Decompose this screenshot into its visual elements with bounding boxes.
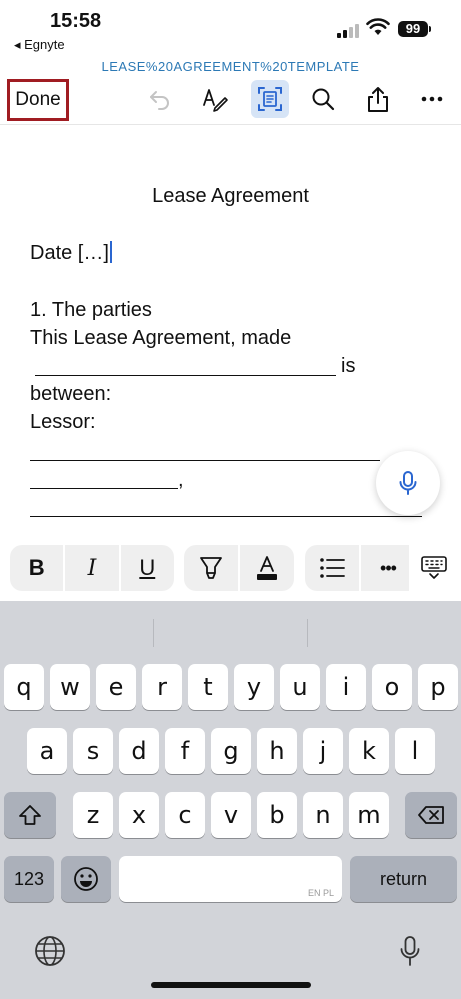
bullet-list-button[interactable] xyxy=(305,545,359,591)
key-z[interactable]: z xyxy=(73,792,113,838)
key-v[interactable]: v xyxy=(211,792,251,838)
draw-icon xyxy=(203,89,228,112)
onscreen-keyboard: qwertyuiop asdfghjkl zxcvbnm 123 EN PL r… xyxy=(0,601,461,999)
key-r[interactable]: r xyxy=(142,664,182,710)
lessor-label: Lessor: xyxy=(30,411,96,433)
key-h[interactable]: h xyxy=(257,728,297,774)
is-text: is xyxy=(341,355,356,377)
microphone-icon xyxy=(400,936,420,966)
battery-tip xyxy=(429,26,431,32)
more-format-button[interactable]: ••• xyxy=(361,545,415,591)
color-group xyxy=(184,545,294,591)
emoji-key[interactable] xyxy=(61,856,111,902)
blank-line-lessor-1 xyxy=(30,460,380,461)
microphone-icon xyxy=(399,471,417,495)
key-b[interactable]: b xyxy=(257,792,297,838)
home-indicator xyxy=(151,982,311,988)
key-a[interactable]: a xyxy=(27,728,67,774)
language-hint: EN PL xyxy=(307,888,334,898)
bullet-list-icon xyxy=(320,558,345,578)
key-u[interactable]: u xyxy=(280,664,320,710)
key-y[interactable]: y xyxy=(234,664,274,710)
key-o[interactable]: o xyxy=(372,664,412,710)
blank-line-lessor-3 xyxy=(30,516,422,517)
key-f[interactable]: f xyxy=(165,728,205,774)
battery-icon: 99 xyxy=(398,21,428,37)
space-key[interactable]: EN PL xyxy=(119,856,342,902)
return-key[interactable]: return xyxy=(350,856,457,902)
key-m[interactable]: m xyxy=(349,792,389,838)
key-t[interactable]: t xyxy=(188,664,228,710)
cellular-signal-icon xyxy=(337,24,359,38)
document-title: Lease Agreement xyxy=(152,185,309,207)
document-filename: LEASE%20AGREEMENT%20TEMPLATE xyxy=(101,59,360,74)
more-options-button[interactable] xyxy=(413,80,451,118)
numbers-key[interactable]: 123 xyxy=(4,856,54,902)
bold-button[interactable]: B xyxy=(10,545,63,591)
reading-mode-button[interactable] xyxy=(251,80,289,118)
key-e[interactable]: e xyxy=(96,664,136,710)
dismiss-keyboard-button[interactable] xyxy=(409,545,459,591)
undo-button[interactable] xyxy=(141,80,179,118)
section-heading: 1. The parties xyxy=(30,299,152,321)
key-k[interactable]: k xyxy=(349,728,389,774)
blank-line-lessor-2 xyxy=(30,488,178,489)
text-cursor xyxy=(109,241,112,263)
search-icon xyxy=(312,88,335,111)
undo-icon xyxy=(150,91,169,110)
shift-key[interactable] xyxy=(4,792,56,838)
keyboard-dictation-button[interactable] xyxy=(393,932,427,970)
highlighter-icon xyxy=(200,557,222,579)
key-l[interactable]: l xyxy=(395,728,435,774)
keyboard-dismiss-icon xyxy=(421,556,447,579)
backspace-icon xyxy=(418,806,444,824)
share-icon xyxy=(368,87,388,112)
key-p[interactable]: p xyxy=(418,664,458,710)
document-canvas[interactable]: Lease Agreement Date […] 1. The parties … xyxy=(0,125,461,535)
between-text: between: xyxy=(30,383,112,405)
blank-line-date xyxy=(35,375,336,376)
prediction-divider xyxy=(307,619,308,647)
font-color-button[interactable] xyxy=(240,545,294,591)
key-q[interactable]: q xyxy=(4,664,44,710)
prediction-divider xyxy=(153,619,154,647)
format-toolbar: B I U ••• xyxy=(0,535,461,601)
key-g[interactable]: g xyxy=(211,728,251,774)
key-x[interactable]: x xyxy=(119,792,159,838)
text-style-group: B I U xyxy=(10,545,174,591)
reading-mode-icon xyxy=(258,87,282,111)
underline-button[interactable]: U xyxy=(121,545,174,591)
key-d[interactable]: d xyxy=(119,728,159,774)
share-button[interactable] xyxy=(359,80,397,118)
key-w[interactable]: w xyxy=(50,664,90,710)
draw-button[interactable] xyxy=(196,80,234,118)
key-c[interactable]: c xyxy=(165,792,205,838)
more-icon xyxy=(421,96,443,102)
globe-icon xyxy=(35,936,65,966)
date-line[interactable]: Date […] xyxy=(30,241,112,265)
language-switch-button[interactable] xyxy=(31,932,69,970)
backspace-key[interactable] xyxy=(405,792,457,838)
done-button[interactable]: Done xyxy=(7,79,69,121)
back-to-app-link[interactable]: ◂ Egnyte xyxy=(14,37,65,53)
emoji-icon xyxy=(74,867,98,891)
intro-line: This Lease Agreement, made xyxy=(30,327,292,349)
status-time: 15:58 xyxy=(50,10,102,32)
highlight-button[interactable] xyxy=(184,545,238,591)
key-i[interactable]: i xyxy=(326,664,366,710)
italic-button[interactable]: I xyxy=(65,545,118,591)
dictation-button[interactable] xyxy=(376,451,440,515)
status-bar: 15:58 ◂ Egnyte 99 xyxy=(0,0,461,56)
key-j[interactable]: j xyxy=(303,728,343,774)
date-text: Date […] xyxy=(30,242,109,264)
shift-icon xyxy=(19,805,41,825)
font-color-icon xyxy=(257,556,277,580)
key-s[interactable]: s xyxy=(73,728,113,774)
search-button[interactable] xyxy=(304,80,342,118)
comma-text: , xyxy=(178,469,184,491)
wifi-icon xyxy=(366,18,390,35)
key-n[interactable]: n xyxy=(303,792,343,838)
